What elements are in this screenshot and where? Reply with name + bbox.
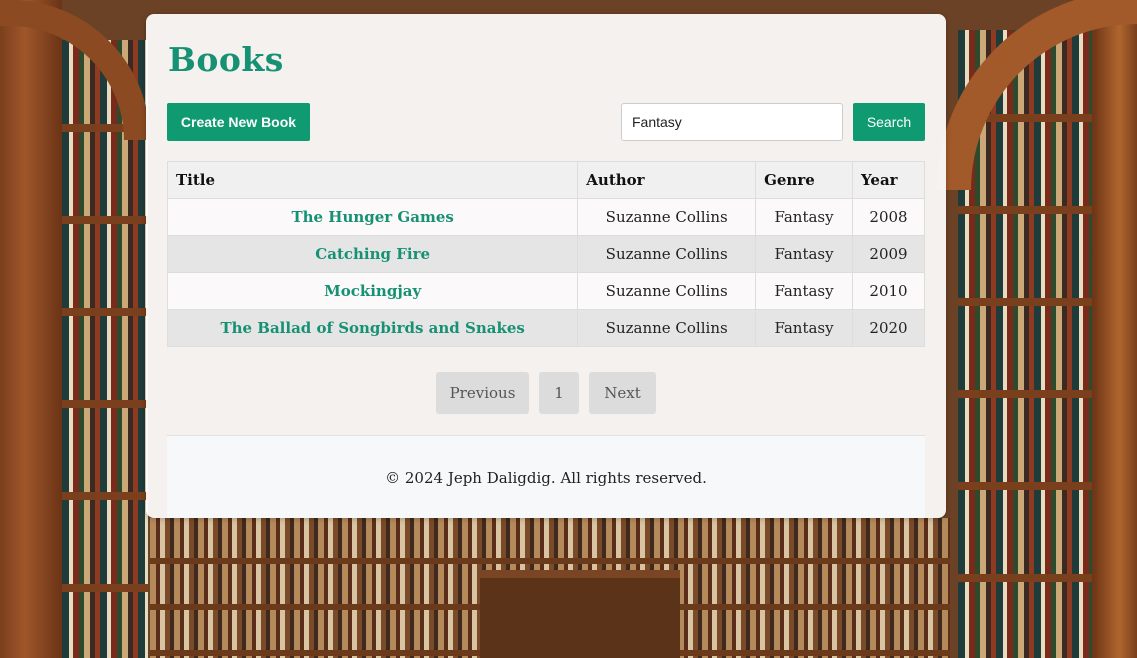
cell-year: 2008: [852, 198, 925, 236]
cell-title: Catching Fire: [166, 235, 579, 273]
table-header-row: Title Author Genre Year: [166, 161, 925, 199]
book-title-link[interactable]: Catching Fire: [315, 245, 430, 263]
cell-genre: Fantasy: [755, 198, 853, 236]
books-card: Books Create New Book Search Title Autho…: [146, 14, 946, 518]
book-title-link[interactable]: The Ballad of Songbirds and Snakes: [220, 319, 524, 337]
cell-genre: Fantasy: [755, 309, 853, 347]
column-header-year: Year: [852, 161, 925, 199]
footer: © 2024 Jeph Daligdig. All rights reserve…: [167, 435, 925, 518]
cell-author: Suzanne Collins: [577, 309, 757, 347]
cell-title: The Hunger Games: [166, 198, 579, 236]
copyright-text: © 2024 Jeph Daligdig. All rights reserve…: [385, 468, 707, 487]
cell-year: 2009: [852, 235, 925, 273]
create-book-button[interactable]: Create New Book: [167, 103, 310, 141]
column-header-author: Author: [577, 161, 757, 199]
column-header-title: Title: [166, 161, 579, 199]
cell-title: Mockingjay: [166, 272, 579, 310]
cell-year: 2010: [852, 272, 925, 310]
page-title: Books: [168, 40, 284, 79]
table-row: The Hunger Games Suzanne Collins Fantasy…: [166, 198, 925, 236]
next-page-button[interactable]: Next: [589, 372, 656, 414]
column-header-genre: Genre: [755, 161, 853, 199]
arch-left: [0, 0, 150, 140]
search-input[interactable]: [621, 103, 843, 141]
table-row: Catching Fire Suzanne Collins Fantasy 20…: [166, 235, 925, 273]
book-title-link[interactable]: Mockingjay: [324, 282, 421, 300]
cell-title: The Ballad of Songbirds and Snakes: [166, 309, 579, 347]
books-table: Title Author Genre Year The Hunger Games…: [166, 161, 925, 347]
table-row: The Ballad of Songbirds and Snakes Suzan…: [166, 309, 925, 347]
search-button[interactable]: Search: [853, 103, 925, 141]
previous-page-button[interactable]: Previous: [436, 372, 529, 414]
book-title-link[interactable]: The Hunger Games: [291, 208, 453, 226]
cell-year: 2020: [852, 309, 925, 347]
cell-genre: Fantasy: [755, 272, 853, 310]
cell-author: Suzanne Collins: [577, 235, 757, 273]
table-row: Mockingjay Suzanne Collins Fantasy 2010: [166, 272, 925, 310]
pagination: Previous 1 Next: [146, 372, 946, 414]
page-number-button[interactable]: 1: [539, 372, 579, 414]
cell-author: Suzanne Collins: [577, 198, 757, 236]
arch-right: [937, 0, 1137, 190]
cell-author: Suzanne Collins: [577, 272, 757, 310]
cell-genre: Fantasy: [755, 235, 853, 273]
reading-desk: [480, 570, 680, 658]
